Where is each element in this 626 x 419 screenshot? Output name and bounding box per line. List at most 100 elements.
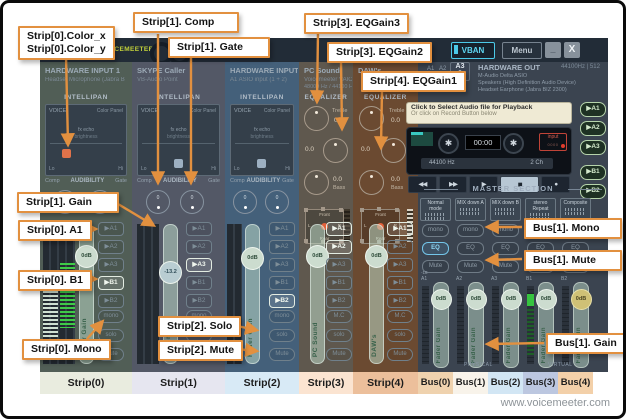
eq-bass-knob[interactable] (304, 170, 329, 195)
fader-track[interactable]: Fader Gain 0dB (245, 224, 260, 364)
route-a2[interactable]: ▶A2 (326, 240, 352, 254)
route-b1[interactable]: ▶B1 (269, 276, 295, 290)
solo-button[interactable]: solo (269, 329, 295, 342)
annotation-bus1-gain: Bus[1]. Gain (546, 333, 626, 354)
vban-button[interactable]: VBAN (451, 42, 495, 59)
gate-knob[interactable]: 0 (180, 190, 204, 214)
route-b2[interactable]: ▶B2 (387, 294, 413, 308)
fader-knob[interactable]: 0dB (241, 247, 264, 270)
bus-eq-button[interactable]: EQ (457, 242, 484, 255)
route-a3[interactable]: ▶A3 (387, 258, 413, 272)
eq-mid-knob[interactable] (323, 138, 348, 163)
intellipan-panel[interactable]: VOICE Color Panel fx echo brightness Lo … (45, 104, 127, 176)
knob-dot (370, 111, 373, 114)
comp-knob[interactable]: 0 (233, 190, 257, 214)
bus-mode-button[interactable]: Normal mode (420, 198, 451, 221)
route-a1[interactable]: ▶A1 (98, 222, 124, 236)
panel-divider (50, 143, 122, 144)
bus-fader-knob[interactable]: 0dB (571, 289, 592, 310)
bus-mono-button[interactable]: mono (457, 224, 484, 237)
bus-fader-knob[interactable]: 0dB (431, 289, 452, 310)
route-b2[interactable]: ▶B2 (186, 294, 212, 308)
colorpanel-handle[interactable] (174, 159, 183, 168)
route-a1[interactable]: ▶A1 (387, 222, 413, 236)
bus-fader-track[interactable]: Fader Gain 0dB (503, 282, 519, 368)
route-a1[interactable]: ▶A1 (269, 222, 295, 236)
bus-mute-button[interactable]: Mute (492, 260, 519, 273)
strip-switches: mono solo Mute (269, 310, 295, 367)
fader-knob[interactable]: 0dB (75, 245, 98, 268)
mono-button[interactable]: mono (98, 310, 124, 323)
fader-knob[interactable]: 0dB (365, 245, 388, 268)
mc-button[interactable]: M.C (387, 310, 413, 323)
mute-button[interactable]: Mute (326, 348, 352, 361)
route-a3[interactable]: ▶A3 (186, 258, 212, 272)
fader-zone: DAW's 0dB ▶A1 ▶A2 ▶A3 ▶B1 ▶B2 M.C solo M… (353, 222, 418, 372)
eq-treble-knob[interactable] (359, 106, 384, 131)
route-b1[interactable]: ▶B1 (186, 276, 212, 290)
fader-track[interactable]: PC Sound 0dB (310, 224, 325, 364)
hi-label: Hi (211, 166, 216, 172)
bus-fader-track[interactable]: Fader Gain 0dB (433, 282, 449, 368)
mode-dots (565, 208, 586, 211)
close-button[interactable]: X (564, 42, 580, 58)
route-b2[interactable]: ▶B2 (326, 294, 352, 308)
bus-fader-track[interactable]: Fader Gain 0dB (573, 282, 589, 368)
bus-mono-button[interactable]: mono (422, 224, 449, 237)
route-a1[interactable]: ▶A1 (326, 222, 352, 236)
time-counter: 00:00 (465, 135, 501, 150)
route-a1[interactable]: ▶A1 (186, 222, 212, 236)
bus-tag: B2 (561, 276, 567, 282)
bus-mute-button[interactable]: Mute (457, 260, 484, 273)
gate-knob[interactable]: 0 (265, 190, 289, 214)
bus-fader-track[interactable]: Fader Gain 0dB (468, 282, 484, 368)
mc-button[interactable]: M.C (326, 310, 352, 323)
strip-name: PC Sound (304, 66, 352, 75)
intellipan-panel[interactable]: VOICE Color Panel fx echo brightness Lo … (230, 104, 294, 176)
route-a2[interactable]: ▶A2 (98, 240, 124, 254)
intellipan-panel[interactable]: VOICE Color Panel fx echo brightness Lo … (137, 104, 220, 176)
eq-bass-knob[interactable] (359, 170, 384, 195)
recorder-route-b1[interactable]: ▶B1 (580, 165, 606, 180)
route-b1[interactable]: ▶B1 (387, 276, 413, 290)
recorder-file-bar[interactable]: Click to Select Audio file for Playback … (406, 102, 572, 124)
bus-mode-button[interactable]: MIX down B (490, 198, 521, 221)
bus-fader-knob[interactable]: 0dB (466, 289, 487, 310)
menu-button[interactable]: Menu (502, 42, 542, 59)
route-b2[interactable]: ▶B2 (98, 294, 124, 308)
mute-button[interactable]: Mute (269, 348, 295, 361)
fader-track[interactable]: DAW's 0dB (369, 224, 384, 364)
route-a3[interactable]: ▶A3 (98, 258, 124, 272)
solo-button[interactable]: solo (387, 329, 413, 342)
fader-knob[interactable]: -13.2 (159, 261, 182, 284)
route-b1[interactable]: ▶B1 (326, 276, 352, 290)
colorpanel-handle[interactable] (62, 149, 71, 158)
route-a2[interactable]: ▶A2 (387, 240, 413, 254)
bus-fader-track[interactable]: Fader Gain 0dB (538, 282, 554, 368)
route-a2[interactable]: ▶A2 (269, 240, 295, 254)
route-a3[interactable]: ▶A3 (269, 258, 295, 272)
eq-treble-knob[interactable] (304, 106, 329, 131)
comp-knob[interactable]: 0 (146, 190, 170, 214)
mono-button[interactable]: mono (269, 310, 295, 323)
bus-eq-button[interactable]: EQ (422, 242, 449, 255)
route-a3[interactable]: ▶A3 (326, 258, 352, 272)
route-b1[interactable]: ▶B1 (98, 276, 124, 290)
minimize-button[interactable]: _ (545, 42, 561, 58)
eq-mid-knob[interactable] (381, 138, 406, 163)
recorder-route-a2[interactable]: ▶A2 (580, 121, 606, 136)
bus-fader-knob[interactable]: 0dB (536, 289, 557, 310)
bus-mono-button[interactable]: mono (492, 224, 519, 237)
recorder-route-a3[interactable]: ▶A3 (580, 140, 606, 155)
route-b2[interactable]: ▶B2 (269, 294, 295, 308)
bass-label: Bass (391, 185, 403, 191)
route-a2[interactable]: ▶A2 (186, 240, 212, 254)
colorpanel-handle[interactable] (257, 159, 266, 168)
brightness-label: brightness (231, 134, 293, 140)
bus-eq-button[interactable]: EQ (492, 242, 519, 255)
recorder-route-a1[interactable]: ▶A1 (580, 102, 606, 117)
mute-button[interactable]: Mute (387, 348, 413, 361)
bus-mode-button[interactable]: MIX down A (455, 198, 486, 221)
solo-button[interactable]: solo (326, 329, 352, 342)
bus-fader-knob[interactable]: 0dB (501, 289, 522, 310)
